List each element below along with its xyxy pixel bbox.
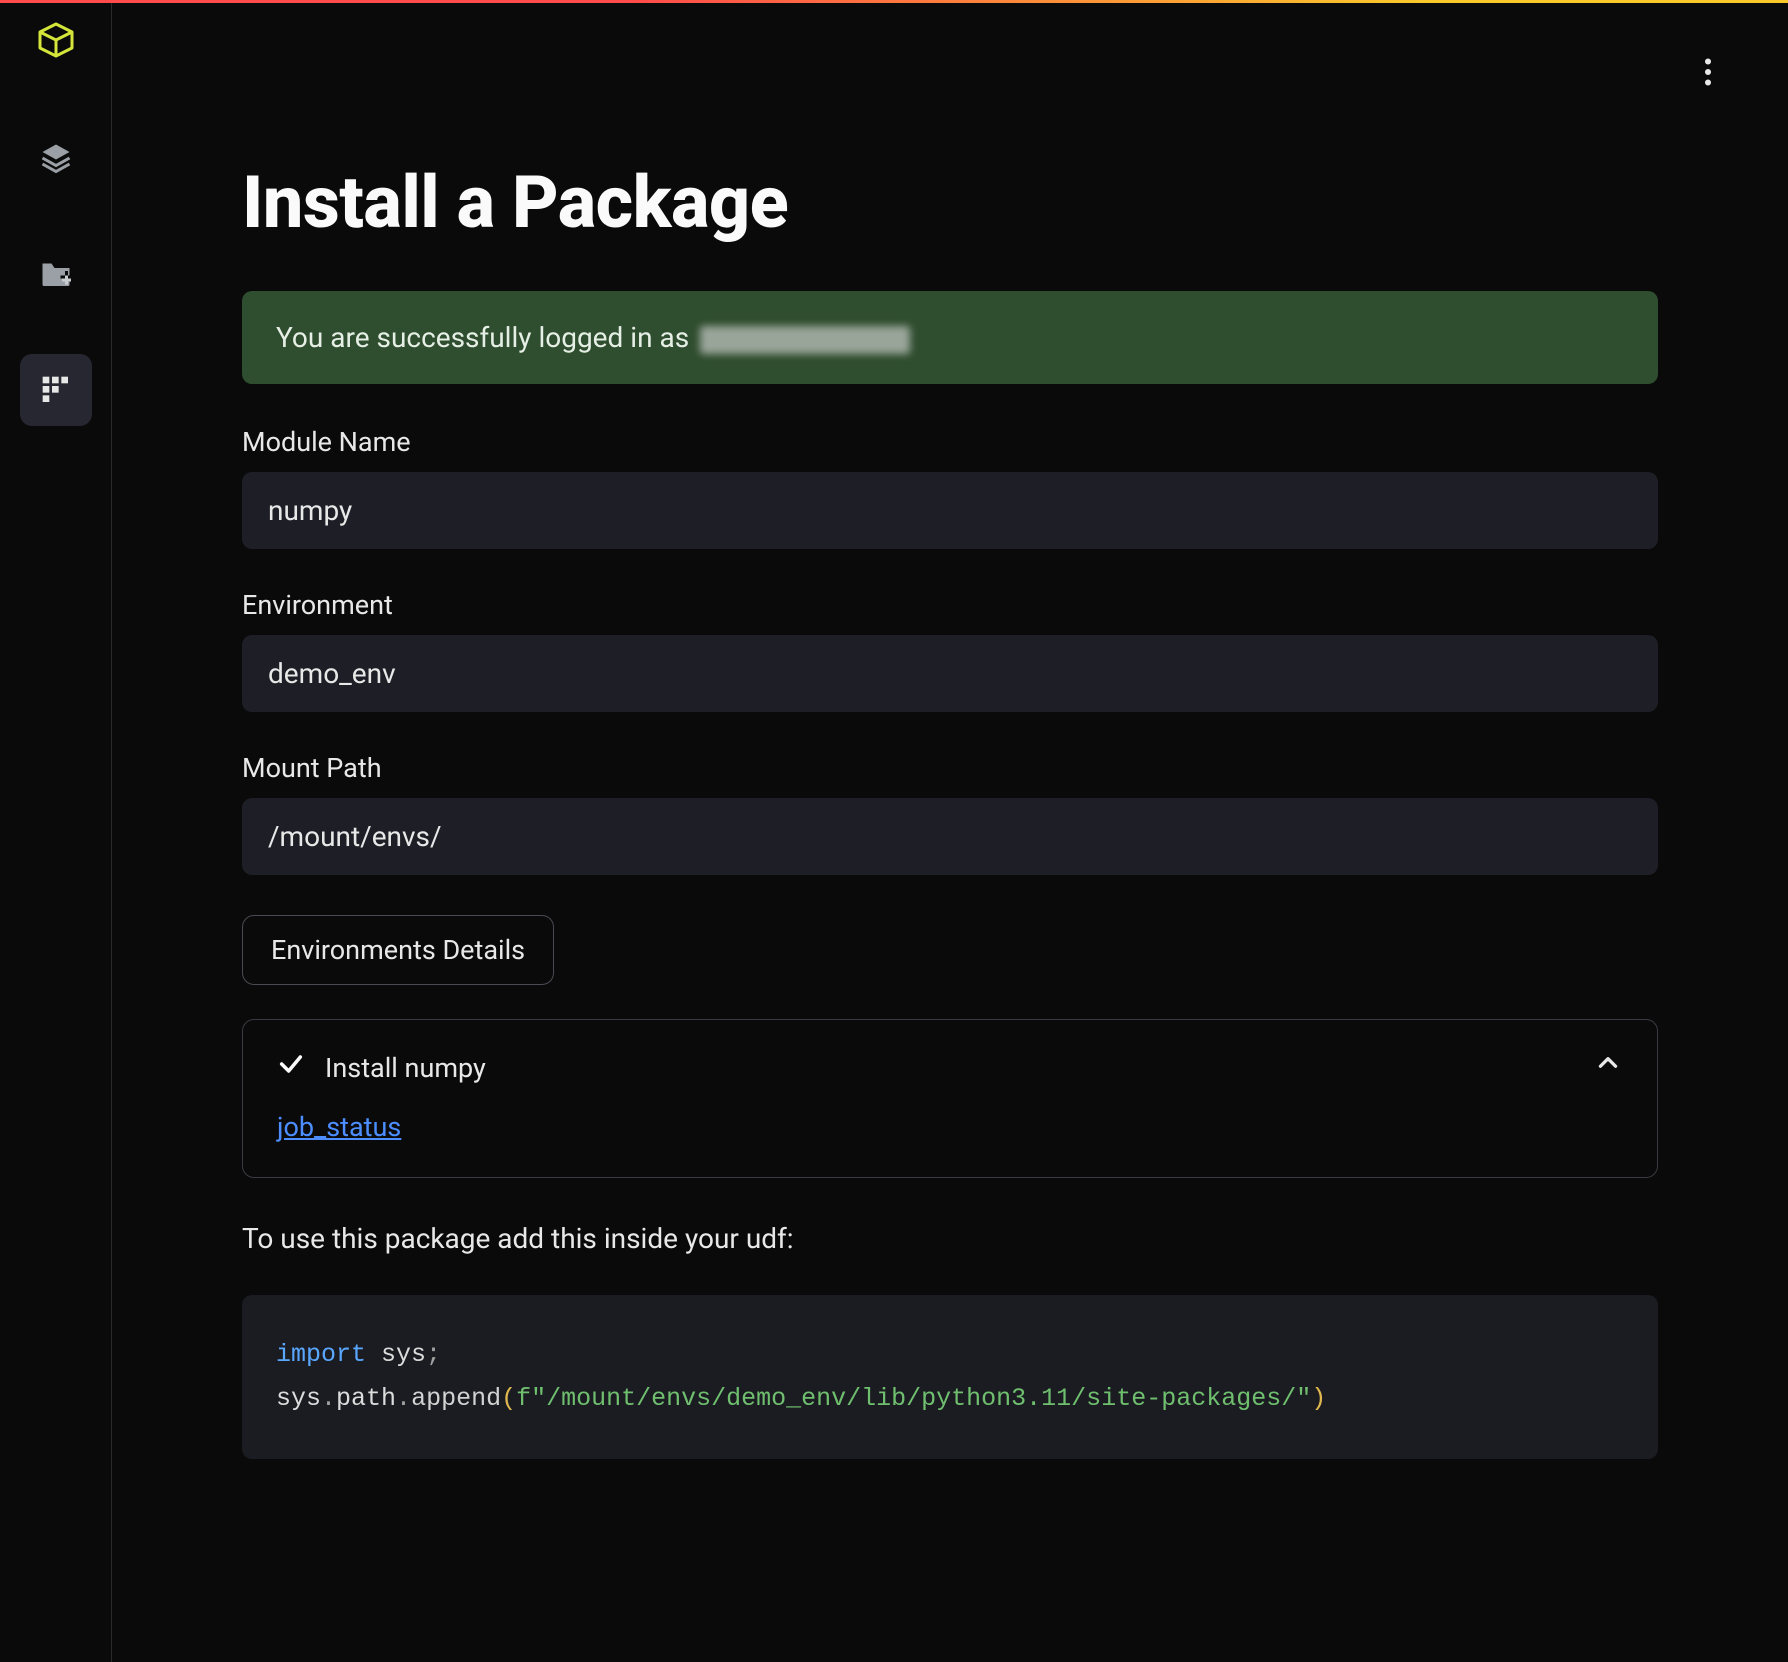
- module-name-input[interactable]: [242, 472, 1658, 549]
- module-name-label: Module Name: [242, 426, 1658, 458]
- page-title: Install a Package: [242, 160, 1658, 245]
- code-token: ): [1311, 1384, 1326, 1413]
- environment-label: Environment: [242, 589, 1658, 621]
- code-token: .: [396, 1384, 411, 1413]
- mount-path-input[interactable]: [242, 798, 1658, 875]
- code-token: ;: [426, 1340, 441, 1369]
- code-token: append: [411, 1384, 501, 1413]
- accent-bar: [0, 0, 1788, 3]
- mount-path-label: Mount Path: [242, 752, 1658, 784]
- login-success-banner: You are successfully logged in as: [242, 291, 1658, 384]
- code-snippet: import sys; sys.path.append(f"/mount/env…: [242, 1295, 1658, 1459]
- redacted-username: [700, 326, 910, 354]
- code-token: f"/mount/envs/demo_env/lib/python3.11/si…: [516, 1384, 1311, 1413]
- code-token: .: [321, 1384, 336, 1413]
- check-icon: [277, 1050, 305, 1085]
- environments-details-button[interactable]: Environments Details: [242, 915, 554, 985]
- install-status-card: Install numpy job_status: [242, 1019, 1658, 1178]
- usage-hint: To use this package add this inside your…: [242, 1222, 1658, 1255]
- code-token: import: [276, 1340, 366, 1369]
- environment-input[interactable]: [242, 635, 1658, 712]
- sidebar: [0, 0, 112, 1662]
- code-token: (: [501, 1384, 516, 1413]
- code-token: path: [336, 1384, 396, 1413]
- collapse-toggle[interactable]: [1595, 1050, 1621, 1080]
- app-logo[interactable]: [32, 18, 80, 66]
- job-status-link[interactable]: job_status: [277, 1111, 401, 1143]
- more-menu-button[interactable]: [1688, 52, 1728, 92]
- nav-layers[interactable]: [20, 122, 92, 194]
- install-status-label: Install numpy: [325, 1052, 486, 1084]
- code-token: sys: [366, 1340, 426, 1369]
- main-content: Install a Package You are successfully l…: [112, 0, 1788, 1662]
- banner-text: You are successfully logged in as: [276, 321, 696, 354]
- nav-folder-plus[interactable]: [20, 238, 92, 310]
- nav-grid[interactable]: [20, 354, 92, 426]
- code-token: sys: [276, 1384, 321, 1413]
